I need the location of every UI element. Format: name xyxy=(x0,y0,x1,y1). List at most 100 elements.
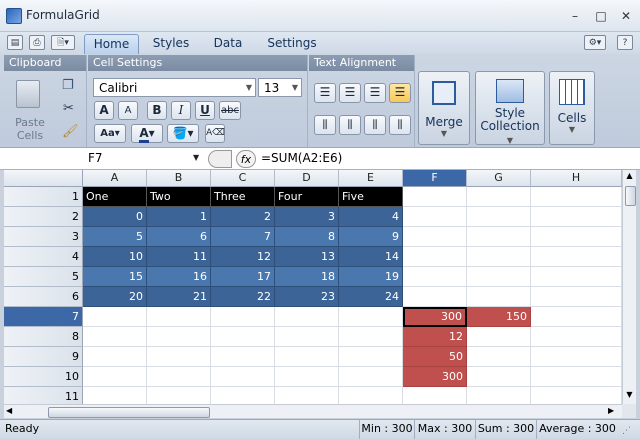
cell-c2[interactable]: 2 xyxy=(211,207,275,227)
cell-h2[interactable] xyxy=(531,207,622,227)
row-header-2[interactable]: 2 xyxy=(4,207,83,227)
font-effects-button[interactable]: Aa▾ xyxy=(94,124,126,143)
bold-button[interactable]: B xyxy=(147,101,167,120)
cell-a2[interactable]: 0 xyxy=(83,207,147,227)
minimize-button[interactable]: – xyxy=(566,8,584,24)
row-header-4[interactable]: 4 xyxy=(4,247,83,267)
cell-d7[interactable] xyxy=(275,307,339,327)
cell-h7[interactable] xyxy=(531,307,622,327)
cell-h1[interactable] xyxy=(531,187,622,207)
cells-button[interactable]: Cells ▼ xyxy=(549,71,595,145)
tab-home[interactable]: Home xyxy=(84,34,139,54)
cell-f6[interactable] xyxy=(403,287,467,307)
column-header-e[interactable]: E xyxy=(339,170,403,187)
cell-d5[interactable]: 18 xyxy=(275,267,339,287)
name-box-splitter[interactable] xyxy=(208,150,232,168)
select-all-corner[interactable] xyxy=(4,170,83,187)
maximize-button[interactable]: □ xyxy=(592,8,610,24)
cell-e4[interactable]: 14 xyxy=(339,247,403,267)
printer-icon[interactable]: ⎙ xyxy=(29,35,45,50)
cell-h8[interactable] xyxy=(531,327,622,347)
cell-a8[interactable] xyxy=(83,327,147,347)
cell-h5[interactable] xyxy=(531,267,622,287)
style-options-icon[interactable]: ⚙▾ xyxy=(584,35,606,50)
cell-h6[interactable] xyxy=(531,287,622,307)
cell-g5[interactable] xyxy=(467,267,531,287)
cell-c9[interactable] xyxy=(211,347,275,367)
font-color-button[interactable]: A▾ xyxy=(131,124,163,143)
cell-b8[interactable] xyxy=(147,327,211,347)
shrink-font-button[interactable]: A xyxy=(118,101,138,120)
row-header-10[interactable]: 10 xyxy=(4,367,83,387)
cell-f3[interactable] xyxy=(403,227,467,247)
valign-top-icon[interactable]: ⫼ xyxy=(314,115,336,135)
cell-f2[interactable] xyxy=(403,207,467,227)
cell-a3[interactable]: 5 xyxy=(83,227,147,247)
column-header-f[interactable]: F xyxy=(403,170,467,187)
wrap-text-icon[interactable]: ⫼ xyxy=(389,115,411,135)
cell-a6[interactable]: 20 xyxy=(83,287,147,307)
cell-e8[interactable] xyxy=(339,327,403,347)
column-header-c[interactable]: C xyxy=(211,170,275,187)
align-justify-icon[interactable]: ☰ xyxy=(389,83,411,103)
cell-e7[interactable] xyxy=(339,307,403,327)
row-header-5[interactable]: 5 xyxy=(4,267,83,287)
cell-g9[interactable] xyxy=(467,347,531,367)
tab-settings[interactable]: Settings xyxy=(260,34,324,54)
column-header-b[interactable]: B xyxy=(147,170,211,187)
fill-color-button[interactable]: 🪣▾ xyxy=(167,124,199,143)
copy-icon[interactable]: ❐ xyxy=(62,78,74,93)
cell-b10[interactable] xyxy=(147,367,211,387)
cell-c8[interactable] xyxy=(211,327,275,347)
cell-g2[interactable] xyxy=(467,207,531,227)
cell-a1[interactable]: One xyxy=(83,187,147,207)
cell-f4[interactable] xyxy=(403,247,467,267)
align-left-icon[interactable]: ☰ xyxy=(314,83,336,103)
cell-e1[interactable]: Five xyxy=(339,187,403,207)
column-header-g[interactable]: G xyxy=(467,170,531,187)
strikethrough-button[interactable]: abc xyxy=(219,101,241,120)
cell-h4[interactable] xyxy=(531,247,622,267)
font-size-select[interactable]: 13 ▼ xyxy=(258,78,302,97)
cell-c4[interactable]: 12 xyxy=(211,247,275,267)
cell-e3[interactable]: 9 xyxy=(339,227,403,247)
row-header-9[interactable]: 9 xyxy=(4,347,83,367)
row-header-3[interactable]: 3 xyxy=(4,227,83,247)
cell-b9[interactable] xyxy=(147,347,211,367)
cell-b3[interactable]: 6 xyxy=(147,227,211,247)
row-header-7[interactable]: 7 xyxy=(4,307,83,327)
horizontal-scrollbar[interactable]: ◀ ▶ xyxy=(4,404,622,418)
cell-f7[interactable]: 300 xyxy=(403,307,467,327)
paste-cells-button[interactable]: Paste Cells xyxy=(8,116,52,142)
grow-font-button[interactable]: A xyxy=(94,101,114,120)
formula-input[interactable]: =SUM(A2:E6) xyxy=(261,151,342,165)
help-icon[interactable]: ? xyxy=(617,35,633,50)
cell-c5[interactable]: 17 xyxy=(211,267,275,287)
valign-bottom-icon[interactable]: ⫼ xyxy=(364,115,386,135)
cell-c10[interactable] xyxy=(211,367,275,387)
cell-d8[interactable] xyxy=(275,327,339,347)
cell-g8[interactable] xyxy=(467,327,531,347)
cell-a5[interactable]: 15 xyxy=(83,267,147,287)
page-preview-icon[interactable]: 🗎▾ xyxy=(51,35,75,50)
resize-grip-icon[interactable]: ⋰ xyxy=(622,426,631,436)
valign-middle-icon[interactable]: ⫼ xyxy=(339,115,361,135)
cell-g10[interactable] xyxy=(467,367,531,387)
cell-f8[interactable]: 12 xyxy=(403,327,467,347)
align-right-icon[interactable]: ☰ xyxy=(364,83,386,103)
cell-g1[interactable] xyxy=(467,187,531,207)
tab-data[interactable]: Data xyxy=(205,34,251,54)
cell-g3[interactable] xyxy=(467,227,531,247)
row-header-8[interactable]: 8 xyxy=(4,327,83,347)
close-button[interactable]: ✕ xyxy=(617,8,635,24)
style-collection-button[interactable]: Style Collection ▼ xyxy=(475,71,545,145)
cell-d2[interactable]: 3 xyxy=(275,207,339,227)
function-icon[interactable]: fx xyxy=(236,150,256,168)
scroll-right-icon[interactable]: ▶ xyxy=(608,406,614,415)
merge-button[interactable]: Merge ▼ xyxy=(418,71,470,145)
cell-g6[interactable] xyxy=(467,287,531,307)
tab-styles[interactable]: Styles xyxy=(145,34,197,54)
cell-a9[interactable] xyxy=(83,347,147,367)
align-center-icon[interactable]: ☰ xyxy=(339,83,361,103)
cell-c3[interactable]: 7 xyxy=(211,227,275,247)
